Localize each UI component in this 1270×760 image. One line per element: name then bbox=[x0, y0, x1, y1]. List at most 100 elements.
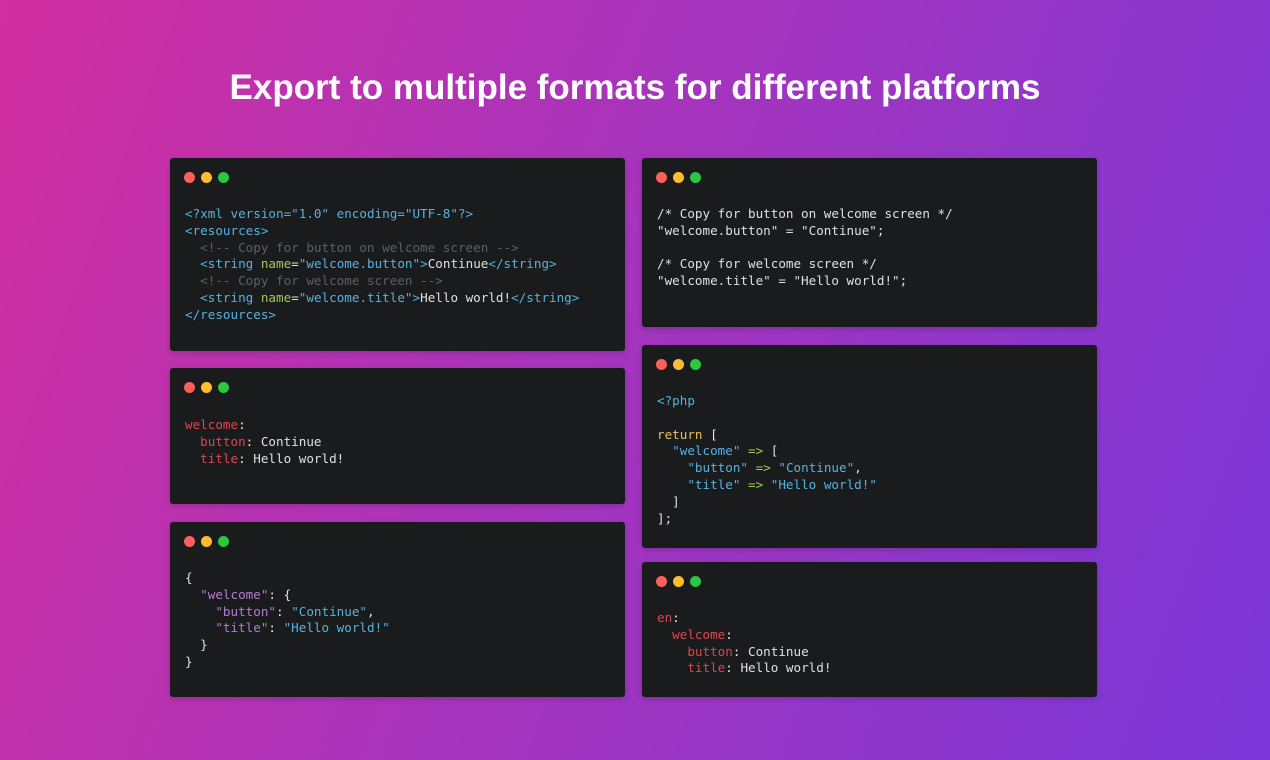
maximize-dot-icon bbox=[690, 172, 701, 183]
code-key: "title" bbox=[687, 476, 741, 492]
code-block-yaml: welcome: button: Continue title: Hello w… bbox=[185, 417, 344, 467]
code-value: "Continue" bbox=[778, 460, 855, 476]
code-token: </resources> bbox=[185, 306, 276, 322]
code-token: </string> bbox=[488, 256, 557, 272]
code-comment: /* Copy for welcome screen */ bbox=[657, 256, 877, 272]
window-controls bbox=[656, 576, 707, 587]
window-controls bbox=[184, 172, 235, 183]
code-key: "welcome" bbox=[200, 586, 269, 602]
code-key: en bbox=[657, 610, 673, 625]
code-token: <resources> bbox=[185, 222, 269, 238]
maximize-dot-icon bbox=[218, 536, 229, 547]
code-token: <?php bbox=[657, 393, 695, 408]
code-key: "button" bbox=[687, 460, 749, 476]
code-block-json: { "welcome": { "button": "Continue", "ti… bbox=[185, 570, 390, 671]
code-block-php: <?php return [ "welcome" => [ "button" =… bbox=[657, 393, 877, 527]
code-value: Continue bbox=[740, 643, 809, 659]
code-value: "Continue" bbox=[291, 603, 368, 619]
maximize-dot-icon bbox=[690, 359, 701, 370]
code-token: = bbox=[291, 256, 299, 272]
code-value: Continue bbox=[253, 433, 322, 449]
code-key: "button" bbox=[215, 603, 277, 619]
minimize-dot-icon bbox=[201, 382, 212, 393]
code-value: Hello world! bbox=[245, 450, 345, 466]
code-token: "welcome.button" bbox=[298, 256, 421, 272]
code-line: "welcome.button" = "Continue"; bbox=[657, 222, 885, 238]
code-comment: <!-- Copy for welcome screen --> bbox=[200, 273, 443, 289]
code-key: welcome bbox=[672, 626, 726, 642]
code-token: <string bbox=[200, 256, 261, 272]
minimize-dot-icon bbox=[673, 576, 684, 587]
maximize-dot-icon bbox=[690, 576, 701, 587]
code-value: Continue bbox=[427, 256, 489, 272]
code-token: } bbox=[185, 653, 193, 669]
code-token: : { bbox=[268, 586, 292, 602]
code-block-ios-strings: /* Copy for button on welcome screen */ … bbox=[657, 206, 953, 290]
code-comment: <!-- Copy for button on welcome screen -… bbox=[200, 239, 519, 255]
code-token: : bbox=[672, 610, 680, 625]
code-token: name bbox=[260, 289, 292, 305]
close-dot-icon bbox=[656, 576, 667, 587]
page-title: Export to multiple formats for different… bbox=[229, 68, 1041, 107]
code-token: = bbox=[291, 289, 299, 305]
code-key: title bbox=[200, 450, 239, 466]
code-block-android-xml: <?xml version="1.0" encoding="UTF-8"?> <… bbox=[185, 206, 579, 324]
code-keyword: return bbox=[657, 426, 703, 442]
code-token: </string> bbox=[511, 289, 580, 305]
close-dot-icon bbox=[656, 359, 667, 370]
code-token: : bbox=[238, 417, 246, 432]
maximize-dot-icon bbox=[218, 172, 229, 183]
code-token: : bbox=[238, 450, 246, 466]
code-token: , bbox=[367, 603, 375, 619]
code-block-rails-yaml: en: welcome: button: Continue title: Hel… bbox=[657, 610, 831, 677]
code-token: "welcome.title" bbox=[298, 289, 413, 305]
code-token: > bbox=[412, 289, 421, 305]
minimize-dot-icon bbox=[673, 172, 684, 183]
window-controls bbox=[184, 536, 235, 547]
code-window-android-xml: <?xml version="1.0" encoding="UTF-8"?> <… bbox=[170, 158, 625, 351]
close-dot-icon bbox=[656, 172, 667, 183]
code-line: "welcome.title" = "Hello world!"; bbox=[657, 273, 908, 289]
minimize-dot-icon bbox=[201, 536, 212, 547]
code-token: [ bbox=[770, 443, 779, 459]
code-window-yaml: welcome: button: Continue title: Hello w… bbox=[170, 368, 625, 504]
code-token: <string bbox=[200, 289, 261, 305]
window-controls bbox=[656, 359, 707, 370]
code-key: button bbox=[687, 643, 733, 659]
code-token: : bbox=[268, 620, 284, 636]
maximize-dot-icon bbox=[218, 382, 229, 393]
code-token: : bbox=[276, 603, 292, 619]
code-token: => bbox=[740, 443, 771, 459]
code-key: "welcome" bbox=[672, 443, 741, 459]
code-token: ]; bbox=[657, 510, 673, 526]
close-dot-icon bbox=[184, 172, 195, 183]
code-window-rails-yaml: en: welcome: button: Continue title: Hel… bbox=[642, 562, 1097, 697]
code-key: button bbox=[200, 433, 246, 449]
code-key: "title" bbox=[215, 620, 269, 636]
code-token: : bbox=[725, 660, 733, 676]
window-controls bbox=[656, 172, 707, 183]
code-key: welcome bbox=[185, 417, 239, 432]
code-token: <?xml version="1.0" encoding="UTF-8"?> bbox=[185, 206, 474, 221]
minimize-dot-icon bbox=[201, 172, 212, 183]
code-window-json: { "welcome": { "button": "Continue", "ti… bbox=[170, 522, 625, 697]
code-token: => bbox=[740, 476, 771, 492]
close-dot-icon bbox=[184, 536, 195, 547]
code-token: } bbox=[200, 637, 208, 653]
code-token: [ bbox=[702, 426, 718, 442]
code-token: , bbox=[854, 460, 862, 476]
code-token: > bbox=[420, 256, 428, 272]
code-comment: /* Copy for button on welcome screen */ bbox=[657, 206, 953, 221]
code-token: name bbox=[260, 256, 292, 272]
code-token: ] bbox=[672, 493, 680, 509]
code-window-php: <?php return [ "welcome" => [ "button" =… bbox=[642, 345, 1097, 548]
code-window-ios-strings: /* Copy for button on welcome screen */ … bbox=[642, 158, 1097, 327]
close-dot-icon bbox=[184, 382, 195, 393]
code-value: Hello world! bbox=[420, 289, 512, 305]
window-controls bbox=[184, 382, 235, 393]
code-token: => bbox=[748, 460, 779, 476]
code-value: "Hello world!" bbox=[770, 476, 877, 492]
code-token: { bbox=[185, 570, 193, 585]
code-value: Hello world! bbox=[732, 660, 832, 676]
minimize-dot-icon bbox=[673, 359, 684, 370]
